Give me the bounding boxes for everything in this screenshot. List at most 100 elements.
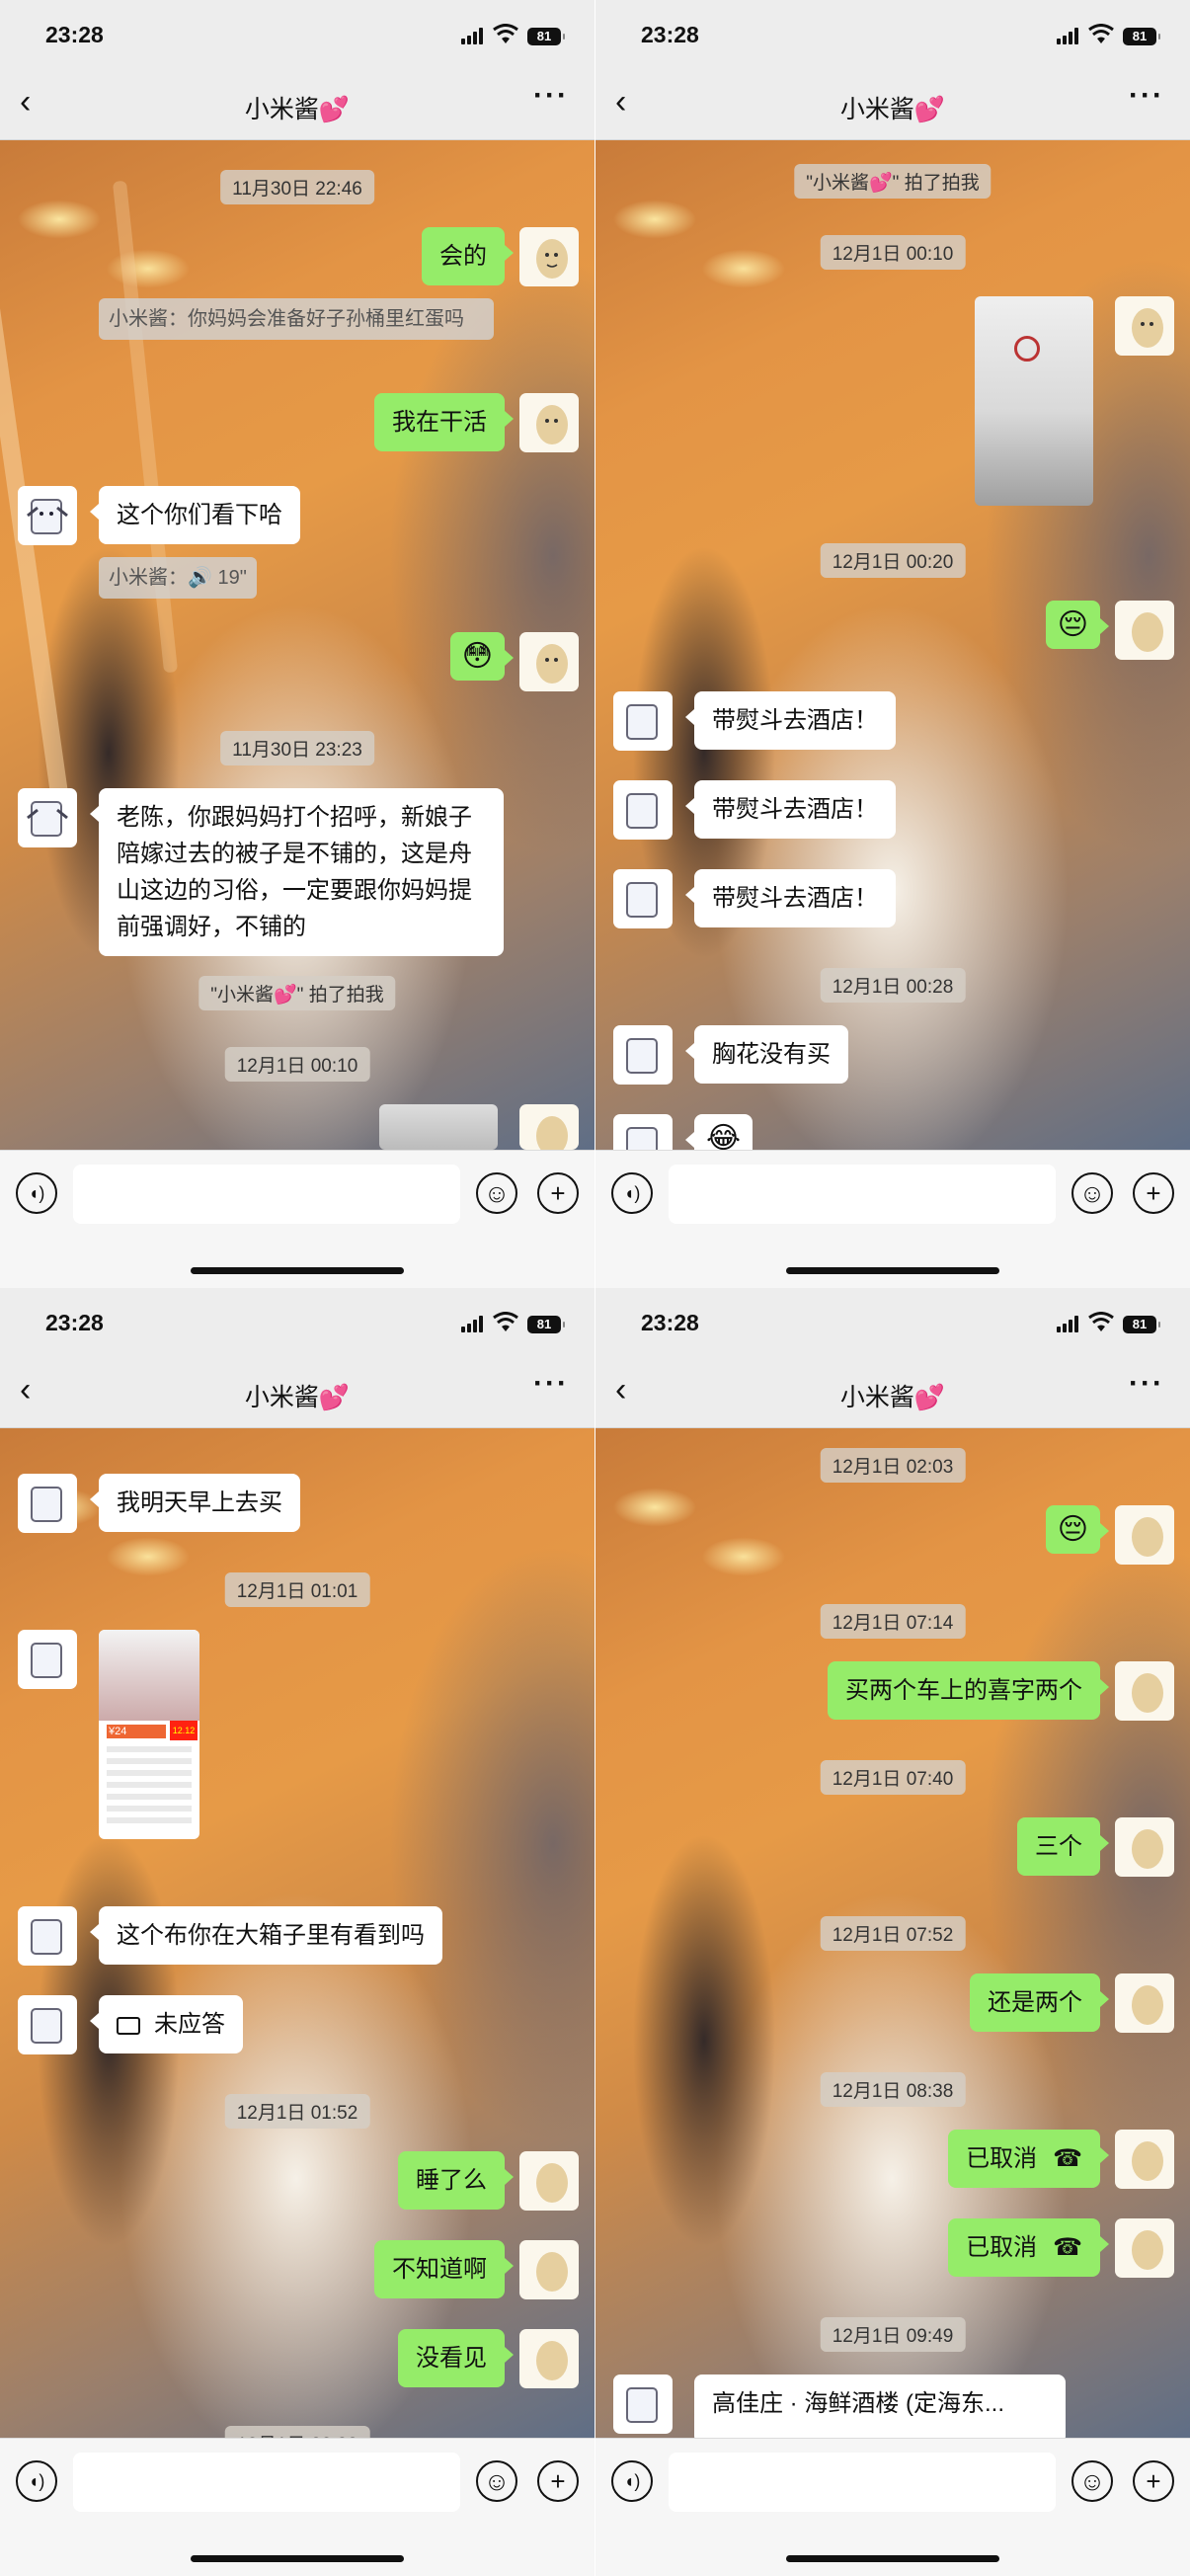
- avatar[interactable]: [18, 1995, 77, 2054]
- status-time: 23:28: [45, 22, 104, 47]
- chat-screen-3: 23:28 81 ‹ 小米酱💕 ··· 我明天早上去买 12月1日 01:01 …: [0, 1288, 595, 2576]
- emoji-icon[interactable]: ☺: [476, 2460, 517, 2502]
- image-message[interactable]: [975, 296, 1093, 506]
- message-bubble-in[interactable]: 我明天早上去买: [90, 1474, 300, 1532]
- chat-header: ‹ 小米酱💕 ···: [595, 69, 1190, 140]
- chat-screen-4: 23:28 81 ‹ 小米酱💕 ··· 12月1日 02:03 😔 12月1日 …: [595, 1288, 1190, 2576]
- quoted-voice[interactable]: 小米酱：🔊 19": [99, 557, 257, 599]
- avatar[interactable]: [519, 2240, 579, 2299]
- quoted-reply[interactable]: 小米酱：你妈妈会准备好子孙桶里红蛋吗: [99, 298, 494, 340]
- avatar[interactable]: [1115, 2218, 1174, 2278]
- product-image: [99, 1630, 199, 1721]
- pat-notice: "小米酱💕" 拍了拍我: [794, 164, 992, 199]
- avatar[interactable]: [1115, 1505, 1174, 1565]
- plus-icon[interactable]: +: [1133, 2460, 1174, 2502]
- emoji-icon[interactable]: ☺: [1071, 1172, 1113, 1214]
- signal-icon: [461, 28, 485, 44]
- avatar[interactable]: [18, 1906, 77, 1966]
- voice-icon[interactable]: ◖): [16, 1172, 57, 1214]
- avatar[interactable]: [613, 869, 673, 928]
- voice-icon[interactable]: ◖): [16, 2460, 57, 2502]
- avatar[interactable]: [519, 393, 579, 452]
- avatar[interactable]: [613, 1025, 673, 1085]
- message-bubble-out[interactable]: 没看见: [398, 2329, 514, 2387]
- avatar[interactable]: [1115, 1817, 1174, 1877]
- more-options-button[interactable]: ···: [533, 79, 569, 113]
- message-bubble-in[interactable]: 这个布你在大箱子里有看到吗: [90, 1906, 442, 1965]
- message-bubble-out[interactable]: 会的: [422, 227, 514, 285]
- status-time: 23:28: [641, 1310, 699, 1335]
- more-options-button[interactable]: ···: [1129, 79, 1164, 113]
- avatar[interactable]: [18, 1474, 77, 1533]
- avatar[interactable]: [613, 2375, 673, 2434]
- avatar[interactable]: [1115, 296, 1174, 356]
- product-screenshot[interactable]: ¥24 12.12: [99, 1630, 199, 1839]
- chat-area[interactable]: "小米酱💕" 拍了拍我 12月1日 00:10 12月1日 00:20 😔 带熨…: [595, 140, 1190, 1150]
- cancelled-call[interactable]: 已取消 ☎: [948, 2218, 1109, 2277]
- message-bubble-in[interactable]: 老陈，你跟妈妈打个招呼，新娘子陪嫁过去的被子是不铺的，这是舟山这边的习俗，一定要…: [90, 788, 504, 956]
- chat-area[interactable]: 12月1日 02:03 😔 12月1日 07:14 买两个车上的喜字两个 12月…: [595, 1428, 1190, 2438]
- voice-icon[interactable]: ◖): [611, 1172, 653, 1214]
- message-input[interactable]: [669, 2453, 1056, 2512]
- avatar[interactable]: [519, 2329, 579, 2388]
- more-options-button[interactable]: ···: [533, 1367, 569, 1401]
- avatar[interactable]: [613, 1114, 673, 1150]
- avatar[interactable]: [519, 1104, 579, 1150]
- home-indicator: [786, 2555, 999, 2562]
- plus-icon[interactable]: +: [537, 1172, 579, 1214]
- wifi-icon: [493, 24, 518, 43]
- screenshot-grid: 23:28 81 ‹ 小米酱💕 ··· 11月30日 22:46 会的 小米酱：…: [0, 0, 1190, 2576]
- avatar[interactable]: [519, 2151, 579, 2211]
- timestamp: 12月1日 00:10: [224, 1047, 370, 1082]
- avatar[interactable]: [519, 227, 579, 286]
- voice-icon[interactable]: ◖): [611, 2460, 653, 2502]
- message-bubble-in[interactable]: 😂: [684, 1114, 754, 1150]
- chat-title: 小米酱💕: [839, 96, 946, 123]
- message-bubble-in[interactable]: 胸花没有买: [685, 1025, 848, 1084]
- avatar[interactable]: [613, 780, 673, 840]
- avatar[interactable]: [519, 632, 579, 691]
- chat-area[interactable]: 11月30日 22:46 会的 小米酱：你妈妈会准备好子孙桶里红蛋吗 我在干活 …: [0, 140, 595, 1150]
- avatar[interactable]: [1115, 2130, 1174, 2189]
- message-bubble-out[interactable]: 买两个车上的喜字两个: [828, 1661, 1109, 1720]
- plus-icon[interactable]: +: [537, 2460, 579, 2502]
- emoji-icon[interactable]: ☺: [1071, 2460, 1113, 2502]
- phone-hangup-icon: ☎: [1053, 2145, 1082, 2172]
- image-message[interactable]: [379, 1104, 498, 1150]
- plus-icon[interactable]: +: [1133, 1172, 1174, 1214]
- status-bar: 23:28 81: [0, 1288, 595, 1357]
- message-bubble-in[interactable]: 带熨斗去酒店！: [685, 780, 896, 839]
- message-bubble-out[interactable]: 还是两个: [970, 1973, 1109, 2032]
- emoji-icon[interactable]: ☺: [476, 1172, 517, 1214]
- avatar[interactable]: [1115, 1973, 1174, 2033]
- message-input[interactable]: [73, 2453, 460, 2512]
- message-bubble-out[interactable]: 😔: [1045, 1505, 1110, 1554]
- more-options-button[interactable]: ···: [1129, 1367, 1164, 1401]
- cancelled-call[interactable]: 已取消 ☎: [948, 2130, 1109, 2188]
- battery-icon: 81: [527, 1316, 565, 1333]
- message-bubble-out[interactable]: 不知道啊: [374, 2240, 514, 2298]
- missed-video-call[interactable]: 未应答: [90, 1995, 243, 2053]
- avatar[interactable]: [18, 486, 77, 545]
- message-bubble-in[interactable]: 带熨斗去酒店！: [685, 691, 896, 750]
- avatar[interactable]: [18, 788, 77, 847]
- message-input[interactable]: [669, 1165, 1056, 1224]
- timestamp: 12月1日 00:28: [820, 968, 966, 1003]
- message-bubble-in[interactable]: 带熨斗去酒店！: [685, 869, 896, 927]
- message-bubble-out[interactable]: 😔: [1045, 601, 1110, 649]
- chat-area[interactable]: 我明天早上去买 12月1日 01:01 ¥24 12.12 这个布你在大箱子里有…: [0, 1428, 595, 2438]
- status-time: 23:28: [641, 22, 699, 47]
- message-bubble-out[interactable]: 三个: [1017, 1817, 1109, 1876]
- location-card[interactable]: 高佳庄 · 海鲜酒楼 (定海东...: [694, 2375, 1066, 2438]
- avatar[interactable]: [18, 1630, 77, 1689]
- message-bubble-out[interactable]: 我在干活: [374, 393, 514, 451]
- battery-icon: 81: [527, 28, 565, 45]
- avatar[interactable]: [613, 691, 673, 751]
- message-bubble-in[interactable]: 这个你们看下哈: [90, 486, 300, 544]
- avatar[interactable]: [1115, 1661, 1174, 1721]
- message-bubble-out[interactable]: 睡了么: [398, 2151, 514, 2210]
- avatar[interactable]: [1115, 601, 1174, 660]
- message-bubble-out[interactable]: 😳: [449, 632, 515, 681]
- message-input[interactable]: [73, 1165, 460, 1224]
- product-details: [107, 1746, 192, 1825]
